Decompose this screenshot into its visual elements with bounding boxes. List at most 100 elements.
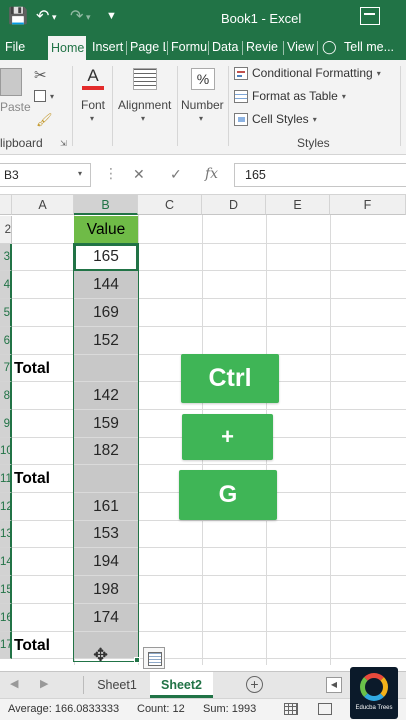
cancel-icon[interactable]: ✕ xyxy=(133,166,145,183)
row-header[interactable]: 8 xyxy=(0,382,12,410)
copy-dropdown-icon[interactable]: ▾ xyxy=(50,92,54,101)
column-header-e[interactable]: E xyxy=(266,195,330,215)
quick-analysis-icon[interactable] xyxy=(143,647,165,669)
window-title: Book1 - Excel xyxy=(221,11,302,26)
redo-dropdown-icon[interactable]: ▾ xyxy=(86,12,91,23)
ribbon-display-options-icon[interactable] xyxy=(360,7,380,25)
title-bar: 💾 ↶ ▾ ↷ ▾ ▼ Book1 - Excel xyxy=(0,0,406,34)
cell-b-value[interactable] xyxy=(74,465,138,492)
sheet-tab-sheet2[interactable]: Sheet2 xyxy=(150,672,213,698)
tab-data[interactable]: Data xyxy=(212,34,240,60)
cell-b-value[interactable] xyxy=(74,355,138,381)
name-box-dropdown-icon[interactable]: ▾ xyxy=(78,169,82,178)
cell-b-value[interactable]: 153 xyxy=(74,521,138,547)
undo-icon[interactable]: ↶ xyxy=(36,6,49,26)
column-header-f[interactable]: F xyxy=(330,195,406,215)
format-painter-icon[interactable]: 🖌 xyxy=(36,112,53,128)
row-header[interactable]: 14 xyxy=(0,548,12,576)
cell-b-value[interactable]: 194 xyxy=(74,548,138,575)
dialog-launcher-icon[interactable]: ⇲ xyxy=(60,139,67,148)
cell-b-value[interactable]: 161 xyxy=(74,493,138,520)
column-header-b[interactable]: B xyxy=(74,195,138,215)
row-header[interactable]: 16 xyxy=(0,604,12,632)
plus-key: + xyxy=(182,414,273,460)
cell-b-value[interactable]: 152 xyxy=(74,327,138,354)
sheet-prev-icon[interactable]: ◀ xyxy=(10,677,18,690)
tab-home[interactable]: Home xyxy=(48,36,86,60)
status-count: Count: 12 xyxy=(137,703,185,715)
enter-icon[interactable]: ✓ xyxy=(170,166,182,183)
save-icon[interactable]: 💾 xyxy=(8,6,28,26)
cell-b-value[interactable]: 144 xyxy=(74,271,138,298)
cell-b-value[interactable]: 174 xyxy=(74,604,138,631)
select-all-corner[interactable] xyxy=(0,195,12,215)
row-header[interactable]: 5 xyxy=(0,299,12,327)
new-sheet-icon[interactable]: + xyxy=(246,676,263,693)
cell-b-value[interactable]: 169 xyxy=(74,299,138,326)
customize-toolbar-icon[interactable]: ▼ xyxy=(106,10,117,22)
row-header[interactable]: 7 xyxy=(0,355,12,382)
paste-label[interactable]: Paste xyxy=(0,100,31,114)
cell-a-total[interactable]: Total xyxy=(14,632,50,659)
normal-view-icon[interactable] xyxy=(284,703,298,715)
cell-b-header[interactable]: Value xyxy=(74,216,138,243)
sheet-tab-bar: ◀ ▶ Sheet1 Sheet2 + ◀ xyxy=(0,671,406,698)
tab-view[interactable]: View xyxy=(287,34,315,60)
cell-b-value[interactable]: 182 xyxy=(74,438,138,464)
cell-a-total[interactable]: Total xyxy=(14,465,50,493)
cut-icon[interactable]: ✂ xyxy=(34,66,47,84)
row-header[interactable]: 15 xyxy=(0,576,12,604)
tab-insert[interactable]: Insert xyxy=(92,34,124,60)
number-label[interactable]: Number xyxy=(181,98,224,112)
insert-function-icon[interactable]: fx xyxy=(205,166,218,182)
row-header[interactable]: 10 xyxy=(0,438,12,465)
format-as-table-button[interactable]: Format as Table ▾ xyxy=(234,89,346,103)
clipboard-group-label: lipboard xyxy=(0,136,43,150)
sheet-tab-sheet1[interactable]: Sheet1 xyxy=(86,672,148,698)
cell-b-value[interactable]: 165 xyxy=(74,244,138,270)
row-header[interactable]: 3 xyxy=(0,244,12,271)
lightbulb-icon: ◯ xyxy=(322,39,336,54)
formula-input[interactable]: 165 xyxy=(234,163,406,187)
tab-file[interactable]: File xyxy=(5,34,35,60)
font-dropdown-icon[interactable]: ▾ xyxy=(90,114,94,123)
scroll-left-icon[interactable]: ◀ xyxy=(326,677,342,693)
font-label[interactable]: Font xyxy=(81,98,105,112)
cell-b-value[interactable]: 198 xyxy=(74,576,138,603)
number-dropdown-icon[interactable]: ▾ xyxy=(199,114,203,123)
copy-icon[interactable] xyxy=(34,90,46,102)
column-header-c[interactable]: C xyxy=(138,195,202,215)
number-format-icon[interactable]: % xyxy=(191,68,215,90)
row-header[interactable]: 9 xyxy=(0,410,12,438)
column-header-d[interactable]: D xyxy=(202,195,266,215)
tab-review[interactable]: Revie xyxy=(246,34,282,60)
row-header[interactable]: 17 xyxy=(0,632,12,659)
tab-page-layout[interactable]: Page L xyxy=(130,34,166,60)
cell-b-value[interactable]: 142 xyxy=(74,382,138,409)
column-header-a[interactable]: A xyxy=(12,195,74,215)
undo-dropdown-icon[interactable]: ▾ xyxy=(52,12,57,23)
row-header[interactable]: 4 xyxy=(0,271,12,299)
formula-bar-handle-icon[interactable]: ⋮ xyxy=(104,165,118,182)
cell-a-total[interactable]: Total xyxy=(14,355,50,382)
row-header[interactable]: 11 xyxy=(0,465,12,493)
move-cursor-icon: ✥ xyxy=(93,645,109,665)
fill-handle[interactable] xyxy=(134,657,140,663)
row-header[interactable]: 2 xyxy=(0,216,12,244)
alignment-icon[interactable] xyxy=(133,68,157,90)
alignment-label[interactable]: Alignment xyxy=(118,98,171,112)
row-header[interactable]: 6 xyxy=(0,327,12,355)
paste-icon[interactable] xyxy=(0,68,22,96)
row-header[interactable]: 13 xyxy=(0,521,12,548)
sheet-next-icon[interactable]: ▶ xyxy=(40,677,48,690)
cell-b-value[interactable]: 159 xyxy=(74,410,138,437)
page-layout-view-icon[interactable] xyxy=(318,703,332,715)
tab-formulas[interactable]: Formu xyxy=(171,34,207,60)
alignment-dropdown-icon[interactable]: ▾ xyxy=(141,114,145,123)
row-header[interactable]: 12 xyxy=(0,493,12,521)
font-icon[interactable]: A xyxy=(82,66,104,90)
tell-me-search[interactable]: Tell me... xyxy=(344,34,406,60)
conditional-formatting-button[interactable]: Conditional Formatting ▾ xyxy=(234,66,381,80)
redo-icon[interactable]: ↷ xyxy=(70,6,83,26)
cell-styles-button[interactable]: Cell Styles ▾ xyxy=(234,112,317,126)
